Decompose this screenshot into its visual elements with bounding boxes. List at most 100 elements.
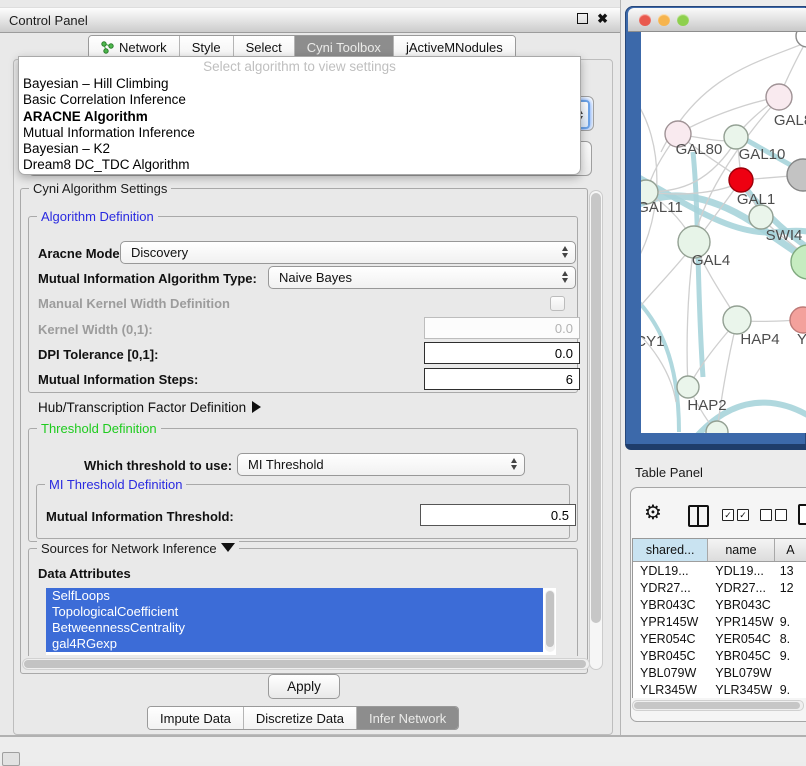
network-canvas[interactable]: GAL8GAL80GAL10GAL1GAL11SWI4GAL4GCY1HAP4Y… (641, 32, 806, 433)
attribute-item-topologicalcoefficient[interactable]: TopologicalCoefficient (46, 604, 543, 620)
list-scrollbar[interactable] (545, 590, 555, 652)
table-cell: YBR045C (708, 649, 774, 663)
mac-minimize-icon[interactable] (658, 14, 670, 26)
tab-label: Network (119, 40, 167, 55)
network-node-hap2[interactable] (677, 376, 699, 398)
network-node-gal1[interactable] (729, 168, 753, 192)
network-node[interactable] (796, 32, 806, 47)
table-cell: YLR345W (633, 683, 708, 697)
attribute-item-betweennesscentrality[interactable]: BetweennessCentrality (46, 620, 543, 636)
tab-style[interactable]: Style (179, 36, 233, 58)
table-row[interactable]: YBR043CYBR043C (633, 596, 806, 613)
network-icon (101, 41, 114, 54)
manual-kernel-checkbox[interactable] (550, 296, 565, 311)
checked-boxes-icon[interactable]: ✓✓ (722, 509, 749, 521)
mi-threshold-field[interactable]: 0.5 (420, 504, 576, 526)
tab-discretize-data[interactable]: Discretize Data (243, 707, 356, 729)
data-attributes-list[interactable]: SelfLoopsTopologicalCoefficientBetweenne… (46, 588, 556, 655)
mac-close-icon[interactable] (639, 14, 651, 26)
network-node-y[interactable] (790, 307, 806, 333)
table-row[interactable]: YLR345WYLR345W9. (633, 681, 806, 698)
group-title: Threshold Definition (37, 421, 161, 436)
aracne-mode-combo[interactable]: Discovery (120, 241, 576, 264)
dropdown-option-basic-correlation-inference[interactable]: Basic Correlation Inference (23, 92, 576, 108)
table-cell: YLR345W (708, 683, 774, 697)
table-row[interactable]: YBR045CYBR045C9. (633, 647, 806, 664)
float-window-icon[interactable] (577, 13, 588, 24)
column-header-name[interactable]: name (708, 539, 774, 561)
mi-steps-field[interactable]: 6 (424, 368, 580, 390)
split-columns-icon[interactable] (688, 505, 709, 527)
mi-type-label: Mutual Information Algorithm Type: (38, 271, 257, 286)
sources-title: Sources for Network Inference (41, 541, 217, 556)
table-cell: YDR27... (633, 581, 708, 595)
network-node-hap4[interactable] (723, 306, 751, 334)
apply-button[interactable]: Apply (268, 674, 340, 699)
manual-kernel-label: Manual Kernel Width Definition (38, 296, 230, 311)
dropdown-option-bayesian-k2[interactable]: Bayesian – K2 (23, 141, 576, 157)
table-horizontal-scrollbar[interactable] (632, 700, 804, 711)
network-node-swi4[interactable] (749, 205, 773, 229)
node-label-gcy1: GCY1 (641, 333, 664, 350)
gear-icon[interactable]: ⚙ (644, 500, 662, 525)
tab-label: Infer Network (369, 711, 446, 726)
combo-arrows-icon (511, 458, 517, 470)
kernel-width-field[interactable]: 0.0 (424, 317, 580, 339)
document-icon[interactable] (798, 504, 806, 525)
network-nodes[interactable]: GAL8GAL80GAL10GAL1GAL11SWI4GAL4GCY1HAP4Y… (641, 32, 806, 433)
table-cell: YPR145W (708, 615, 774, 629)
table-row[interactable]: YDL19...YDL19...13 (633, 562, 806, 579)
sources-toggle[interactable]: Sources for Network Inference (37, 541, 239, 556)
which-threshold-value: MI Threshold (248, 457, 324, 472)
table-panel-title: Table Panel (635, 465, 703, 480)
tab-infer-network[interactable]: Infer Network (356, 707, 458, 729)
column-header-shared[interactable]: shared... (633, 539, 708, 561)
kernel-width-label: Kernel Width (0,1): (38, 322, 153, 337)
hub-definition-toggle[interactable]: Hub/Transcription Factor Definition (38, 400, 261, 415)
settings-vertical-scrollbar[interactable] (589, 190, 603, 670)
control-panel-window: Control Panel ✖ NetworkStyleSelectCyni T… (0, 0, 621, 736)
table-cell: YDR27... (708, 581, 774, 595)
attribute-item-gal4rgexp[interactable]: gal4RGexp (46, 636, 543, 652)
dropdown-option-bayesian-hill-climbing[interactable]: Bayesian – Hill Climbing (23, 76, 576, 92)
tab-select[interactable]: Select (233, 36, 294, 58)
tab-network[interactable]: Network (89, 36, 179, 58)
dropdown-option-mutual-information-inference[interactable]: Mutual Information Inference (23, 125, 576, 141)
tab-jactivemnodules[interactable]: jActiveMNodules (393, 36, 515, 58)
dropdown-option-dream8-dc-tdc-algorithm[interactable]: Dream8 DC_TDC Algorithm (23, 157, 576, 173)
network-node-gal8[interactable] (766, 84, 792, 110)
node-label-gal11: GAL11 (641, 199, 683, 216)
node-table: shared...nameA YDL19...YDL19...13YDR27..… (632, 538, 806, 698)
settings-horizontal-scrollbar[interactable] (22, 658, 590, 670)
data-attributes-label: Data Attributes (38, 566, 131, 581)
table-cell: 9. (775, 615, 806, 629)
mi-threshold-label: Mutual Information Threshold: (46, 509, 234, 524)
panel-corner-button[interactable] (2, 752, 20, 766)
cyni-mode-tab-bar: Impute DataDiscretize Data Infer Network (147, 706, 459, 730)
dpi-tolerance-label: DPI Tolerance [0,1]: (38, 347, 158, 362)
attribute-item-selfloops[interactable]: SelfLoops (46, 588, 543, 604)
bottom-strip (0, 737, 806, 762)
table-row[interactable]: YPR145WYPR145W9. (633, 613, 806, 630)
tab-impute-data[interactable]: Impute Data (148, 707, 243, 729)
table-cell: 13 (775, 564, 806, 578)
unchecked-boxes-icon[interactable] (760, 509, 787, 521)
tab-cyni-toolbox[interactable]: Cyni Toolbox (294, 36, 393, 58)
which-threshold-combo[interactable]: MI Threshold (237, 453, 525, 476)
dpi-tolerance-field[interactable]: 0.0 (424, 342, 580, 364)
column-header-a[interactable]: A (775, 539, 806, 561)
table-row[interactable]: YBL079WYBL079W (633, 664, 806, 681)
table-row[interactable]: YER054CYER054C8. (633, 630, 806, 647)
network-view-window[interactable]: GAL8GAL80GAL10GAL1GAL11SWI4GAL4GCY1HAP4Y… (625, 6, 806, 450)
table-cell: YBL079W (708, 666, 774, 680)
table-row[interactable]: YDR27...YDR27...12 (633, 579, 806, 596)
hub-definition-label: Hub/Transcription Factor Definition (38, 400, 246, 415)
network-window-titlebar[interactable] (628, 8, 806, 32)
collapse-arrow-icon (221, 543, 235, 552)
mi-type-combo[interactable]: Naive Bayes (268, 266, 576, 289)
combo-arrows-icon (562, 271, 568, 283)
dropdown-option-aracne-algorithm[interactable]: ARACNE Algorithm (23, 109, 576, 125)
close-icon[interactable]: ✖ (597, 12, 608, 25)
mac-zoom-icon[interactable] (677, 14, 689, 26)
aracne-mode-value: Discovery (131, 245, 188, 260)
